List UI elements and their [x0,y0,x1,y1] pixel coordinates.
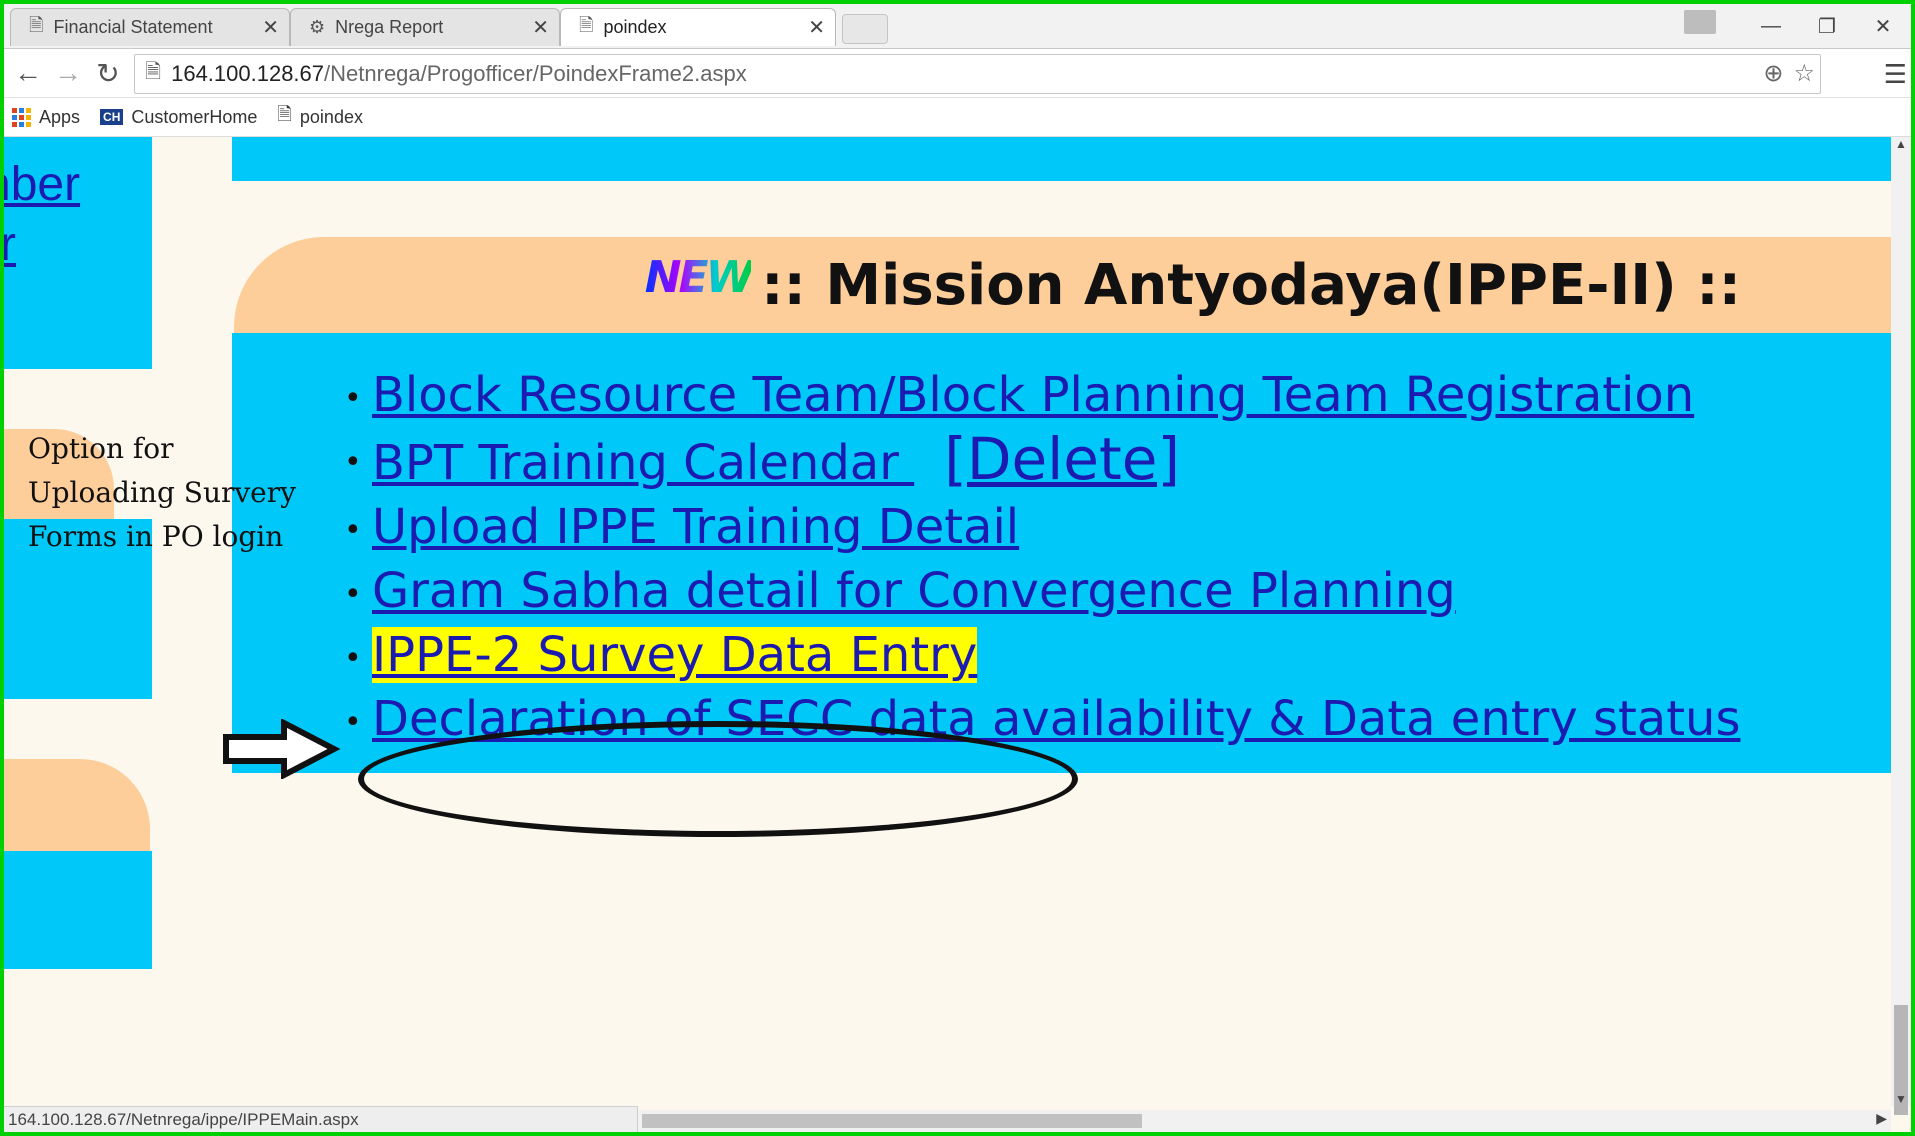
tab-label: Nrega Report [335,17,444,37]
left-panel-header [4,759,150,851]
list-item: BPT Training Calendar [Delete] [344,425,1740,495]
ippe2-survey-data-entry-link[interactable]: IPPE-2 Survey Data Entry [372,627,978,683]
list-item: Block Resource Team/Block Planning Team … [344,363,1740,431]
customerhome-logo-icon: CH [100,109,124,125]
close-tab-icon[interactable]: ✕ [808,15,825,40]
list-item: Gram Sabha detail for Convergence Planni… [344,559,1740,627]
left-panel [4,851,152,969]
tab-nrega-report[interactable]: ⚙ Nrega Report ✕ [290,8,560,46]
address-path: /Netnrega/Progofficer/PoindexFrame2.aspx [324,61,747,86]
user-profile-icon[interactable] [1684,10,1716,34]
status-bar: 164.100.128.67/Netnrega/ippe/IPPEMain.as… [4,1106,638,1132]
delete-link[interactable]: [Delete] [944,425,1180,493]
bpt-registration-link[interactable]: Block Resource Team/Block Planning Team … [372,367,1694,423]
bookmark-label: poindex [299,106,363,127]
bookmark-star-icon[interactable]: ☆ [1793,59,1815,88]
tab-financial-statement[interactable]: 🗎 Financial Statement ✕ [10,8,290,46]
left-menu-panel: nber r [4,137,152,369]
new-tab-button[interactable] [842,14,888,44]
bookmark-apps[interactable]: Apps [12,107,80,128]
browser-window: 🗎 Financial Statement ✕ ⚙ Nrega Report ✕… [4,4,1911,1132]
list-item: IPPE-2 Survey Data Entry [344,623,1740,691]
tab-label: poindex [603,17,667,37]
browser-menu-icon[interactable]: ☰ [1884,59,1907,90]
section-links-panel: Block Resource Team/Block Planning Team … [232,333,1891,773]
reload-icon[interactable]: ↻ [90,55,126,91]
bookmark-poindex[interactable]: 🗎 poindex [277,102,363,132]
tab-label: Financial Statement [53,17,213,37]
minimize-icon[interactable]: — [1743,4,1799,48]
bookmark-customerhome[interactable]: CH CustomerHome [100,107,257,128]
page-icon: 🗎 [29,14,44,35]
address-bar[interactable]: 🗎 164.100.128.67/Netnrega/Progofficer/Po… [134,54,1821,94]
list-item: Upload IPPE Training Detail [344,495,1740,563]
new-badge: NEW [644,251,754,303]
tab-poindex[interactable]: 🗎 poindex ✕ [560,8,836,46]
scroll-up-icon[interactable]: ▲ [1895,137,1907,151]
horizontal-scrollbar[interactable]: ▶ [638,1110,1891,1132]
section-header: NEW :: Mission Antyodaya(IPPE-II) :: [234,237,1891,333]
upload-ippe-training-link[interactable]: Upload IPPE Training Detail [372,499,1019,555]
address-host: 164.100.128.67 [171,61,325,86]
section-title: :: Mission Antyodaya(IPPE-II) :: [761,252,1741,318]
page-info-icon[interactable]: 🗎 [145,57,161,91]
left-menu-link[interactable]: r [4,217,16,272]
tab-strip: 🗎 Financial Statement ✕ ⚙ Nrega Report ✕… [4,4,1911,49]
scroll-down-icon[interactable]: ▼ [1895,1092,1907,1106]
back-icon[interactable]: ← [10,55,46,91]
status-url: 164.100.128.67/Netnrega/ippe/IPPEMain.as… [8,1109,359,1129]
apps-grid-icon [12,107,31,127]
annotation-callout: Option for Uploading Survery Forms in PO… [28,427,298,559]
close-tab-icon[interactable]: ✕ [262,15,279,40]
annotation-line: Option for [28,432,174,465]
bookmark-label: Apps [39,106,81,127]
annotation-line: Uploading Survery [28,476,296,509]
bpt-training-calendar-link[interactable]: BPT Training Calendar [372,435,914,491]
page-icon: 🗎 [277,104,292,124]
annotation-arrow-icon [223,719,341,779]
close-tab-icon[interactable]: ✕ [532,15,549,40]
left-menu-link[interactable]: nber [4,157,80,212]
gram-sabha-detail-link[interactable]: Gram Sabha detail for Convergence Planni… [372,563,1456,619]
annotation-line: Forms in PO login [28,520,284,553]
browser-toolbar: ← → ↻ 🗎 164.100.128.67/Netnrega/Progoffi… [4,49,1911,98]
zoom-icon[interactable]: ⊕ [1763,59,1783,88]
close-window-icon[interactable]: ✕ [1855,4,1911,48]
top-panel [232,137,1891,181]
page-icon: 🗎 [579,14,594,35]
scrollbar-thumb[interactable] [642,1114,1142,1128]
scroll-right-icon[interactable]: ▶ [1876,1110,1887,1127]
forward-icon[interactable]: → [50,55,86,91]
bookmark-label: CustomerHome [131,106,258,127]
bookmarks-bar: Apps CH CustomerHome 🗎 poindex [4,98,1911,137]
report-icon: ⚙ [309,17,326,37]
page-content: nber r NEW :: Mission Antyodaya(IPPE-II)… [4,137,1891,1106]
annotation-highlight-ellipse [358,721,1078,837]
restore-icon[interactable]: ❐ [1799,4,1855,48]
link-list: Block Resource Team/Block Planning Team … [344,363,1740,755]
vertical-scrollbar[interactable]: ▲ ▼ [1891,137,1911,1115]
